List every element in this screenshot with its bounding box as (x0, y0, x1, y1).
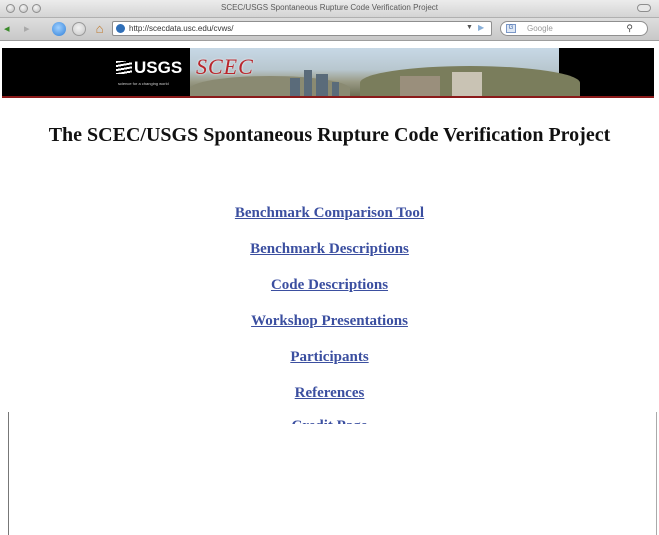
address-bar[interactable]: http://scecdata.usc.edu/cvws/ (112, 21, 492, 36)
toolbar-toggle-button[interactable] (637, 4, 651, 12)
usgs-tagline: science for a changing world (118, 81, 169, 86)
link-participants[interactable]: Participants (0, 339, 659, 375)
photo-building (316, 74, 328, 96)
usgs-logo-text: USGS (134, 58, 183, 77)
usgs-logo[interactable]: USGS (116, 58, 182, 78)
photo-structure (400, 76, 440, 96)
project-links: Benchmark Comparison Tool Benchmark Desc… (0, 195, 659, 424)
lower-right-edge (656, 412, 657, 535)
page-title: The SCEC/USGS Spontaneous Rupture Code V… (48, 124, 611, 146)
back-button[interactable]: ◂ (4, 22, 10, 35)
go-button-icon[interactable]: ▶ (478, 23, 484, 32)
title-bar: SCEC/USGS Spontaneous Rupture Code Verif… (0, 0, 659, 18)
back-arrow-icon: ◂ (4, 23, 10, 35)
search-engine-icon[interactable]: G (506, 24, 516, 33)
photo-structure (452, 72, 482, 96)
home-icon[interactable]: ⌂ (92, 21, 107, 36)
link-credit-page[interactable]: Credit Page (0, 411, 659, 424)
forward-button[interactable]: ▸ (24, 22, 30, 35)
address-text: http://scecdata.usc.edu/cvws/ (129, 24, 234, 33)
usgs-wave-icon (116, 61, 132, 74)
search-placeholder: Google (527, 24, 553, 33)
window-title: SCEC/USGS Spontaneous Rupture Code Verif… (220, 3, 438, 12)
lower-window-edge (0, 412, 9, 535)
link-benchmark-descriptions[interactable]: Benchmark Descriptions (0, 231, 659, 267)
browser-toolbar: ◂ ▸ ⌂ http://scecdata.usc.edu/cvws/ ▼ ▶ … (0, 18, 659, 41)
photo-building (290, 78, 300, 96)
history-dropdown-icon[interactable]: ▼ (466, 24, 473, 31)
photo-building (304, 70, 312, 96)
forward-arrow-icon: ▸ (24, 23, 30, 35)
magnifier-icon: ⚲ (626, 23, 633, 33)
link-references[interactable]: References (0, 375, 659, 411)
link-workshop-presentations[interactable]: Workshop Presentations (0, 303, 659, 339)
browser-window: SCEC/USGS Spontaneous Rupture Code Verif… (0, 0, 659, 424)
scec-logo[interactable]: SCEC (196, 54, 254, 80)
link-benchmark-comparison-tool[interactable]: Benchmark Comparison Tool (0, 195, 659, 231)
site-favicon-icon (116, 24, 125, 33)
search-field[interactable]: G Google ⚲ (500, 21, 648, 36)
link-code-descriptions[interactable]: Code Descriptions (0, 267, 659, 303)
stop-icon[interactable] (72, 22, 86, 36)
photo-building (332, 82, 339, 96)
header-banner: USGS science for a changing world SCEC (2, 48, 654, 98)
reload-icon[interactable] (52, 22, 66, 36)
